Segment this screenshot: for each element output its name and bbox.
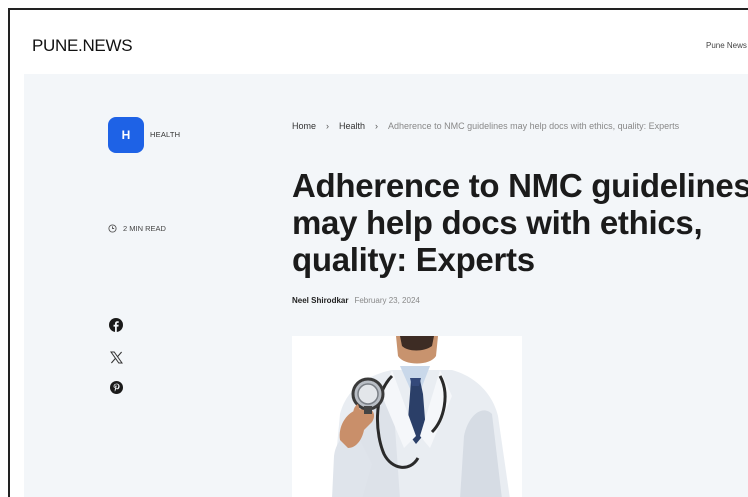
article-meta: Neel Shirodkar February 23, 2024 [292,296,420,305]
category-label[interactable]: HEALTH [150,130,180,139]
category-badge[interactable]: H [108,117,144,153]
read-time-label: 2 MIN READ [123,224,166,233]
article-hero-image [292,336,522,497]
read-time: 2 MIN READ [108,224,166,233]
site-header: PUNE.NEWS Pune News [10,10,748,74]
clock-icon [108,224,117,233]
publish-date: February 23, 2024 [354,296,420,305]
breadcrumb-health[interactable]: Health [339,121,365,131]
breadcrumb-separator: › [326,121,330,131]
author-link[interactable]: Neel Shirodkar [292,296,348,305]
browser-frame: PUNE.NEWS Pune News H HEALTH 2 MIN READ [8,8,748,497]
nav-item-pune-news[interactable]: Pune News [706,41,747,50]
article-area: H HEALTH 2 MIN READ Home › Health › Adhe… [24,74,748,497]
breadcrumb-home[interactable]: Home [292,121,316,131]
breadcrumb-current: Adherence to NMC guidelines may help doc… [388,121,680,131]
doctor-stethoscope-illustration [292,336,522,497]
pinterest-icon[interactable] [108,379,124,395]
article-title: Adherence to NMC guidelines may help doc… [292,167,748,278]
breadcrumb: Home › Health › Adherence to NMC guidelines … [292,119,748,133]
site-logo[interactable]: PUNE.NEWS [32,36,133,56]
x-icon[interactable] [108,349,124,365]
breadcrumb-separator: › [375,121,379,131]
facebook-icon[interactable] [108,317,124,333]
